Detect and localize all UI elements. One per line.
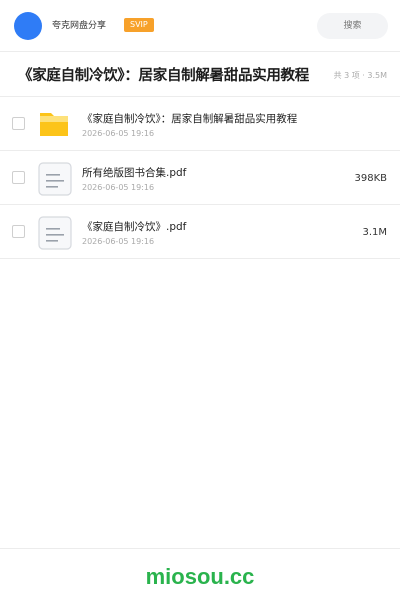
file-size: 3.1M (362, 227, 387, 238)
search-input[interactable] (317, 13, 388, 39)
file-name[interactable]: 《家庭自制冷饮》.pdf (82, 220, 186, 234)
row-checkbox[interactable] (12, 117, 25, 130)
file-row[interactable]: 《家庭自制冷饮》.pdf 2026-06-05 19:16 3.1M (0, 205, 400, 259)
file-name[interactable]: 所有绝版图书合集.pdf (82, 166, 186, 180)
top-header: 夸克网盘分享 SVIP (0, 0, 400, 52)
document-icon (38, 216, 72, 250)
file-date: 2026-06-05 19:16 (82, 237, 155, 246)
row-checkbox[interactable] (12, 171, 25, 184)
file-name[interactable]: 《家庭自制冷饮》：居家自制解暑甜品实用教程 (82, 112, 297, 126)
svip-badge: SVIP (124, 18, 154, 32)
folder-icon (38, 108, 70, 140)
file-date: 2026-06-05 19:16 (82, 183, 155, 192)
footer: miosou.cc (0, 548, 400, 600)
page-title: 《家庭自制冷饮》：居家自制解暑甜品实用教程 (18, 68, 309, 84)
share-page: 夸克网盘分享 SVIP 《家庭自制冷饮》：居家自制解暑甜品实用教程 共 3 项 … (0, 0, 400, 600)
document-icon (38, 162, 72, 196)
file-date: 2026-06-05 19:16 (82, 129, 155, 138)
avatar[interactable] (14, 12, 42, 40)
folder-meta: 共 3 项 · 3.5M (333, 71, 387, 80)
file-row[interactable]: 所有绝版图书合集.pdf 2026-06-05 19:16 398KB (0, 151, 400, 205)
brand-name: 夸克网盘分享 (52, 21, 107, 31)
file-size: 398KB (354, 173, 387, 184)
row-checkbox[interactable] (12, 225, 25, 238)
folder-title-bar: 《家庭自制冷饮》：居家自制解暑甜品实用教程 共 3 项 · 3.5M (0, 53, 400, 97)
site-watermark[interactable]: miosou.cc (0, 563, 400, 591)
file-row[interactable]: 《家庭自制冷饮》：居家自制解暑甜品实用教程 2026-06-05 19:16 (0, 97, 400, 151)
